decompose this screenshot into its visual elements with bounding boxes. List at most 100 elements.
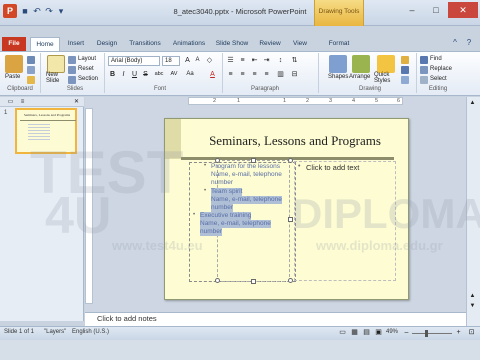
maximize-button[interactable]: □	[424, 2, 448, 18]
justify-icon[interactable]: ≡	[262, 70, 271, 79]
clear-formatting-icon[interactable]: ◇	[205, 56, 214, 65]
zoom-slider-thumb[interactable]	[425, 330, 428, 337]
outline-tab-icon[interactable]: ≡	[18, 98, 27, 107]
reset-label[interactable]: Reset	[78, 66, 94, 72]
text-direction-icon[interactable]: ⇅	[290, 56, 299, 65]
shapes-icon[interactable]	[329, 55, 347, 73]
quick-styles-icon[interactable]	[377, 55, 395, 73]
tab-insert[interactable]: Insert	[62, 37, 90, 51]
help-icon[interactable]: ?	[464, 38, 474, 48]
tab-format[interactable]: Format	[318, 37, 360, 51]
list-item[interactable]: Executive training	[200, 212, 252, 220]
tab-view[interactable]: View	[288, 37, 312, 51]
close-window-button[interactable]: ✕	[448, 2, 478, 18]
zoom-in-icon[interactable]: +	[454, 328, 463, 337]
tab-home[interactable]: Home	[30, 37, 60, 51]
save-icon[interactable]: ■	[20, 6, 30, 16]
new-slide-label[interactable]: New Slide	[46, 72, 68, 84]
list-item[interactable]: number	[200, 228, 223, 236]
copy-icon[interactable]	[27, 66, 35, 74]
cut-icon[interactable]	[27, 56, 35, 64]
arrange-icon[interactable]	[352, 55, 370, 73]
paste-label[interactable]: Paste	[5, 74, 20, 80]
strikethrough-button[interactable]: S	[141, 70, 150, 79]
tab-review[interactable]: Review	[254, 37, 286, 51]
change-case-button[interactable]: Aa	[184, 70, 196, 79]
slides-tab-icon[interactable]: ▭	[6, 98, 15, 107]
fit-slide-icon[interactable]: ⊡	[467, 328, 476, 337]
tab-animations[interactable]: Animations	[168, 37, 210, 51]
layout-label[interactable]: Layout	[78, 56, 96, 62]
font-name-combo[interactable]: Arial (Body)	[108, 56, 160, 66]
grow-font-icon[interactable]: A	[183, 56, 192, 65]
list-item[interactable]: Name, e-mail, telephone	[211, 196, 282, 204]
resize-handle[interactable]	[215, 278, 220, 283]
slide-sorter-icon[interactable]: ▦	[350, 328, 359, 337]
font-color-button[interactable]: A	[208, 70, 217, 79]
list-item[interactable]: Program for the lessons	[211, 163, 280, 171]
resize-handle[interactable]	[288, 158, 293, 163]
language-indicator[interactable]: English (U.S.)	[72, 329, 109, 335]
numbering-icon[interactable]: ≡	[238, 56, 247, 65]
increase-indent-icon[interactable]: ⇥	[262, 56, 271, 65]
decrease-indent-icon[interactable]: ⇤	[250, 56, 259, 65]
quick-styles-label[interactable]: Quick Styles	[374, 72, 396, 84]
click-to-add-text-prompt[interactable]: Click to add text	[306, 163, 359, 172]
close-pane-icon[interactable]: ✕	[72, 98, 81, 107]
select-label[interactable]: Select	[430, 76, 447, 82]
find-label[interactable]: Find	[430, 56, 442, 62]
format-painter-icon[interactable]	[27, 76, 35, 84]
shape-fill-icon[interactable]	[401, 56, 409, 64]
zoom-slider[interactable]	[412, 333, 452, 334]
list-item[interactable]: number	[211, 204, 234, 212]
zoom-out-icon[interactable]: –	[402, 328, 411, 337]
scroll-up-icon[interactable]: ▲	[468, 99, 477, 108]
align-text-icon[interactable]: ⊟	[290, 70, 299, 79]
undo-icon[interactable]: ↶	[32, 6, 42, 16]
next-slide-icon[interactable]: ▼	[468, 302, 477, 311]
columns-icon[interactable]: ▥	[276, 70, 285, 79]
powerpoint-app-icon[interactable]: P	[3, 4, 17, 18]
shape-outline-icon[interactable]	[401, 66, 409, 74]
arrange-label[interactable]: Arrange	[349, 74, 370, 80]
align-left-icon[interactable]: ≡	[226, 70, 235, 79]
align-center-icon[interactable]: ≡	[238, 70, 247, 79]
list-item[interactable]: number	[211, 179, 233, 187]
reset-icon[interactable]	[68, 66, 76, 74]
underline-button[interactable]: U	[130, 70, 139, 79]
line-spacing-icon[interactable]: ↕	[276, 56, 285, 65]
list-item[interactable]: Team spirit	[211, 188, 243, 196]
new-slide-icon[interactable]	[47, 55, 65, 73]
tab-transitions[interactable]: Transitions	[124, 37, 166, 51]
shrink-font-icon[interactable]: A	[193, 56, 202, 65]
slide-title[interactable]: Seminars, Lessons and Programs	[182, 133, 408, 149]
slideshow-view-icon[interactable]: ▣	[374, 328, 383, 337]
reading-view-icon[interactable]: ▤	[362, 328, 371, 337]
notes-placeholder[interactable]: Click to add notes	[97, 314, 157, 323]
tab-design[interactable]: Design	[92, 37, 122, 51]
redo-icon[interactable]: ↷	[44, 6, 54, 16]
replace-label[interactable]: Replace	[430, 66, 452, 72]
find-icon[interactable]	[420, 56, 428, 64]
customize-qat-icon[interactable]: ▾	[56, 6, 66, 16]
text-shadow-button[interactable]: abc	[152, 70, 166, 79]
layout-icon[interactable]	[68, 56, 76, 64]
select-icon[interactable]	[420, 76, 428, 84]
previous-slide-icon[interactable]: ▲	[468, 292, 477, 301]
tab-slide-show[interactable]: Slide Show	[212, 37, 252, 51]
section-icon[interactable]	[68, 76, 76, 84]
section-label[interactable]: Section	[78, 76, 98, 82]
bold-button[interactable]: B	[108, 70, 117, 79]
bullets-icon[interactable]: ☰	[226, 56, 235, 65]
replace-icon[interactable]	[420, 66, 428, 74]
align-right-icon[interactable]: ≡	[250, 70, 259, 79]
list-item[interactable]: Name, e-mail, telephone	[211, 171, 282, 179]
zoom-level[interactable]: 49%	[386, 329, 398, 335]
resize-handle[interactable]	[288, 278, 293, 283]
minimize-ribbon-icon[interactable]: ^	[450, 38, 460, 48]
tab-file[interactable]: File	[2, 37, 26, 51]
shape-effects-icon[interactable]	[401, 76, 409, 84]
minimize-button[interactable]: –	[400, 2, 424, 18]
list-item[interactable]: Name, e-mail, telephone	[200, 220, 271, 228]
shapes-label[interactable]: Shapes	[328, 74, 348, 80]
